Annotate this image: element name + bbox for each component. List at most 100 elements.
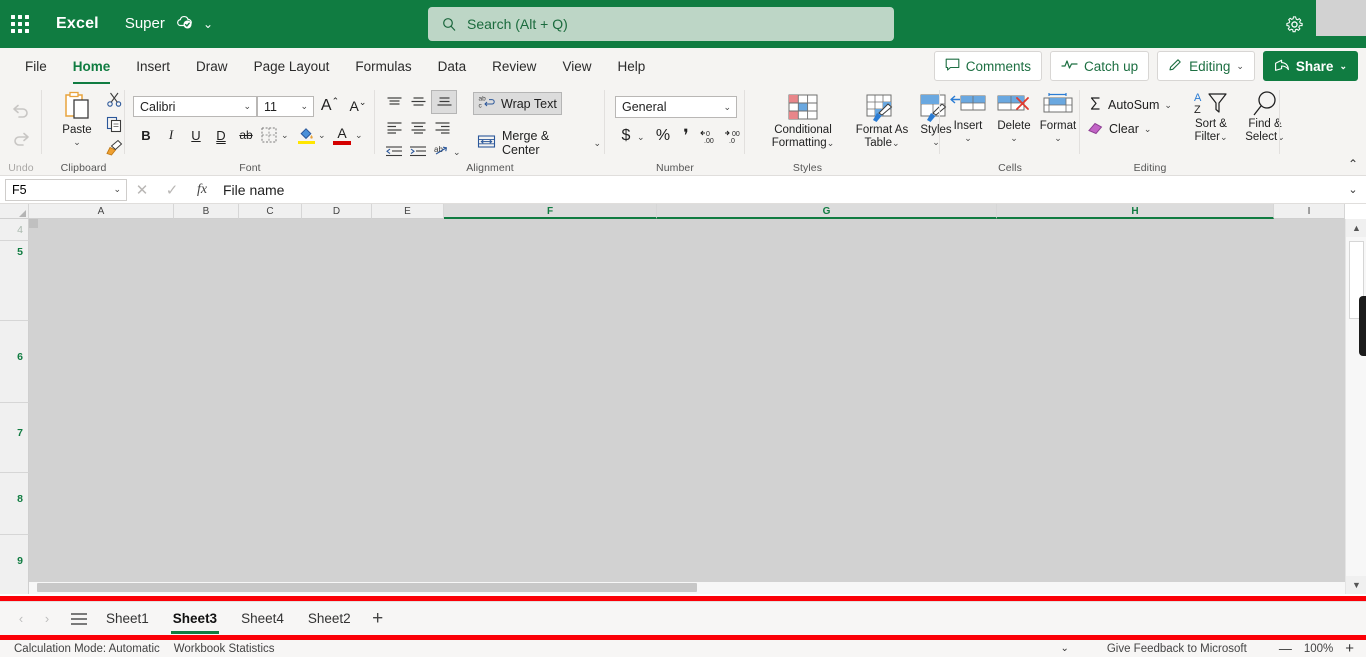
insert-cells-button[interactable]: Insert ⌄ xyxy=(946,92,990,144)
row-header-8[interactable]: 8 xyxy=(0,473,29,535)
search-box[interactable] xyxy=(428,7,894,41)
workbook-statistics-button[interactable]: Workbook Statistics xyxy=(174,643,275,655)
decrease-indent-icon[interactable] xyxy=(383,141,405,161)
autosum-button[interactable]: AutoSum ⌄ xyxy=(1088,96,1172,114)
ribbon-tab-draw[interactable]: Draw xyxy=(183,50,241,84)
status-overflow-chevron-icon[interactable]: ⌄ xyxy=(1060,643,1068,654)
cut-scissors-icon[interactable] xyxy=(104,89,124,109)
ribbon-tab-file[interactable]: File xyxy=(12,50,60,84)
align-center-icon[interactable] xyxy=(407,118,429,138)
italic-button[interactable]: I xyxy=(160,124,182,146)
align-middle-icon[interactable] xyxy=(407,92,429,112)
zoom-level-label[interactable]: 100% xyxy=(1304,643,1333,655)
font-color-chevron-icon[interactable]: ⌄ xyxy=(355,130,363,141)
row-header-7[interactable]: 7 xyxy=(0,403,29,473)
ribbon-tab-home[interactable]: Home xyxy=(60,50,124,84)
increase-font-size-button[interactable]: A ⌃ xyxy=(317,94,343,118)
ribbon-tab-page-layout[interactable]: Page Layout xyxy=(241,50,343,84)
editing-chevron-icon[interactable]: ⌄ xyxy=(1236,61,1244,72)
previous-sheet-icon[interactable]: ‹ xyxy=(8,606,34,632)
search-input[interactable] xyxy=(467,16,847,32)
give-feedback-button[interactable]: Give Feedback to Microsoft xyxy=(1107,643,1247,655)
font-family-select[interactable]: Calibri ⌄ xyxy=(133,96,257,117)
horizontal-scrollbar[interactable] xyxy=(29,582,1345,594)
ribbon-tab-insert[interactable]: Insert xyxy=(123,50,183,84)
wrap-text-button[interactable]: ab c Wrap Text xyxy=(473,92,562,115)
settings-gear-icon[interactable] xyxy=(1282,12,1306,36)
name-box-chevron-icon[interactable]: ⌄ xyxy=(107,184,121,195)
merge-center-button[interactable]: Merge & Center ⌄ xyxy=(473,128,605,158)
comments-button[interactable]: Comments xyxy=(933,51,1043,81)
align-right-icon[interactable] xyxy=(431,118,453,138)
column-header-c[interactable]: C xyxy=(239,204,302,219)
ribbon-tab-formulas[interactable]: Formulas xyxy=(342,50,424,84)
conditional-formatting-button[interactable]: Conditional Formatting⌄ xyxy=(757,92,849,150)
scroll-up-arrow-icon[interactable]: ▲ xyxy=(1346,219,1366,237)
merge-chevron-icon[interactable]: ⌄ xyxy=(593,138,601,149)
paste-chevron-icon[interactable]: ⌄ xyxy=(73,137,81,148)
catch-up-button[interactable]: Catch up xyxy=(1050,51,1150,81)
column-header-d[interactable]: D xyxy=(302,204,372,219)
confirm-entry-icon[interactable]: ✓ xyxy=(157,178,187,202)
row-header-9[interactable]: 9 xyxy=(0,535,29,594)
underline-button[interactable]: U xyxy=(185,124,207,146)
decrease-decimal-icon[interactable]: 00.0 xyxy=(723,126,745,146)
align-left-icon[interactable] xyxy=(383,118,405,138)
format-chevron-icon[interactable]: ⌄ xyxy=(1054,133,1062,144)
document-name-label[interactable]: Super xyxy=(125,15,193,34)
row-header-4[interactable]: 4 xyxy=(0,219,29,241)
currency-chevron-icon[interactable]: ⌄ xyxy=(637,132,645,143)
all-sheets-menu-icon[interactable] xyxy=(64,606,94,632)
ribbon-tab-review[interactable]: Review xyxy=(479,50,549,84)
cancel-entry-icon[interactable]: ✕ xyxy=(127,178,157,202)
column-header-g[interactable]: G xyxy=(657,204,997,219)
autosum-chevron-icon[interactable]: ⌄ xyxy=(1164,100,1172,111)
font-family-chevron-icon[interactable]: ⌄ xyxy=(237,101,251,112)
text-orientation-icon[interactable]: ab xyxy=(431,141,453,161)
share-button[interactable]: Share ⌄ xyxy=(1262,51,1358,81)
format-cells-button[interactable]: Format ⌄ xyxy=(1036,92,1080,144)
app-launcher-icon[interactable] xyxy=(0,0,40,48)
font-size-select[interactable]: 11 ⌄ xyxy=(257,96,314,117)
decrease-font-size-button[interactable]: A ⌄ xyxy=(345,94,371,118)
column-header-e[interactable]: E xyxy=(372,204,444,219)
column-header-f[interactable]: F xyxy=(444,204,657,219)
align-top-icon[interactable] xyxy=(383,92,405,112)
format-as-table-button[interactable]: Format As Table⌄ xyxy=(853,92,911,150)
sort-filter-chevron-icon[interactable]: ⌄ xyxy=(1220,132,1228,142)
column-header-b[interactable]: B xyxy=(174,204,239,219)
align-bottom-icon[interactable] xyxy=(431,90,457,114)
expand-formula-bar-chevron-icon[interactable]: ⌄ xyxy=(1340,183,1366,196)
borders-chevron-icon[interactable]: ⌄ xyxy=(281,130,289,141)
scroll-down-arrow-icon[interactable]: ▼ xyxy=(1346,576,1366,594)
window-edge-scroll-thumb[interactable] xyxy=(1359,296,1366,356)
sheet-tab-sheet3[interactable]: Sheet3 xyxy=(161,603,229,635)
paste-button[interactable]: Paste ⌄ xyxy=(52,90,102,148)
column-header-a[interactable]: A xyxy=(29,204,174,219)
increase-decimal-icon[interactable]: 0.00 xyxy=(699,126,721,146)
insert-chevron-icon[interactable]: ⌄ xyxy=(964,133,972,144)
font-size-chevron-icon[interactable]: ⌄ xyxy=(294,101,308,112)
strikethrough-button[interactable]: ab xyxy=(235,124,257,146)
column-header-i[interactable]: I xyxy=(1274,204,1345,219)
ribbon-tab-view[interactable]: View xyxy=(549,50,604,84)
number-format-select[interactable]: General ⌄ xyxy=(615,96,737,118)
document-menu-chevron-icon[interactable]: ⌄ xyxy=(203,17,213,31)
sheet-tab-sheet4[interactable]: Sheet4 xyxy=(229,603,296,635)
redo-button[interactable] xyxy=(8,126,34,152)
ribbon-tab-data[interactable]: Data xyxy=(425,50,480,84)
delete-chevron-icon[interactable]: ⌄ xyxy=(1010,133,1018,144)
column-header-h[interactable]: H xyxy=(997,204,1274,219)
collapse-ribbon-button[interactable]: ⌃ xyxy=(1348,157,1358,171)
add-sheet-button[interactable]: + xyxy=(363,606,393,632)
fat-chevron-icon[interactable]: ⌄ xyxy=(892,138,900,148)
increase-indent-icon[interactable] xyxy=(407,141,429,161)
name-box[interactable]: F5 ⌄ xyxy=(5,178,127,201)
zoom-in-button[interactable]: + xyxy=(1345,640,1354,657)
number-format-chevron-icon[interactable]: ⌄ xyxy=(717,102,731,113)
cf-chevron-icon[interactable]: ⌄ xyxy=(827,138,835,148)
clear-chevron-icon[interactable]: ⌄ xyxy=(1144,124,1152,135)
clear-button[interactable]: Clear ⌄ xyxy=(1088,120,1151,138)
double-underline-button[interactable]: D xyxy=(210,124,232,146)
row-header-5[interactable]: 5 xyxy=(0,241,29,321)
